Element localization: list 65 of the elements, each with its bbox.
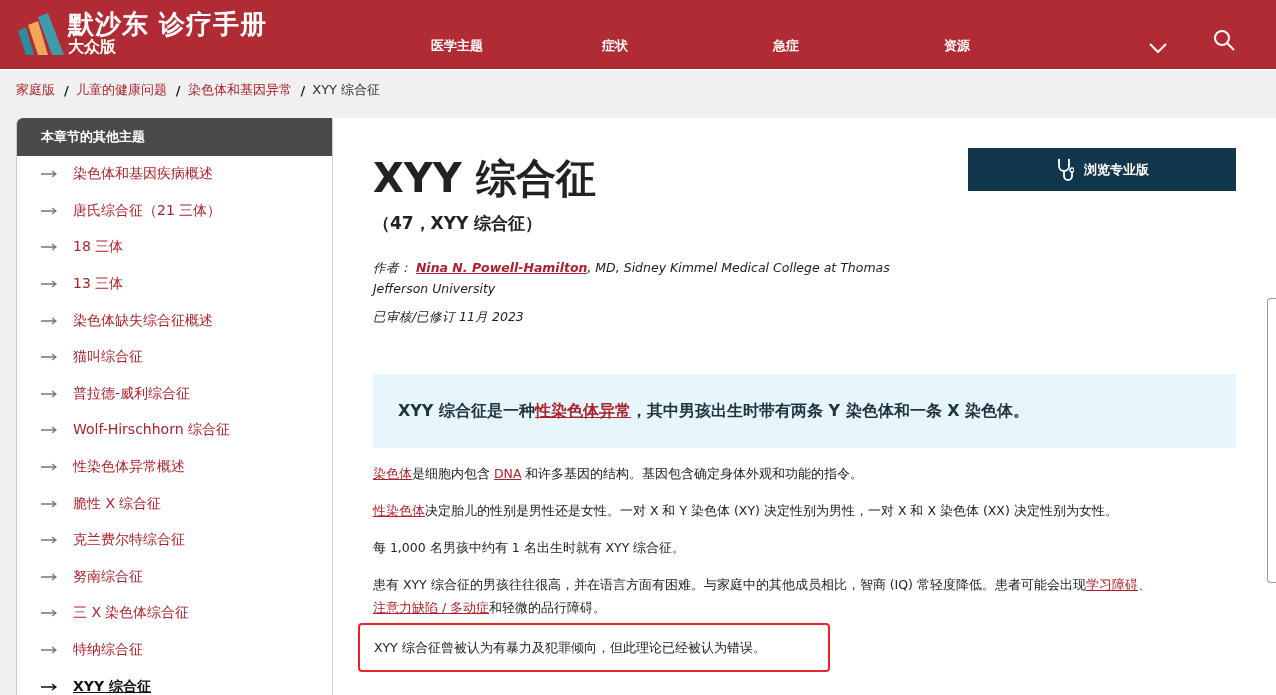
sidebar-link[interactable]: 唐氏综合征（21 三体） [73,201,222,220]
current-page-label: XYY 综合征 [312,81,381,99]
sidebar-link[interactable]: 特纳综合征 [73,641,143,659]
breadcrumb-link[interactable]: 家庭版 [16,81,55,99]
text-link[interactable]: 注意力缺陷 / 多动症 [372,600,490,615]
breadcrumb-separator: / [64,82,69,98]
arrow-right-icon [41,682,57,691]
nav-link[interactable]: 急症 [773,37,945,55]
paragraph: 患有 XYY 综合征的男孩往往很高，并在语言方面有困难。与家庭中的其他成员相比，智商 (IQ) 常轻度降低。患者可能会出现学习障碍、 注意力缺陷 / 多动症和轻微的品行障碍。 [372,576,1152,617]
sidebar-link[interactable]: 普拉德-威利综合征 [73,384,191,403]
paragraph: 性染色体决定胎儿的性别是男性还是女性。一对 X 和 Y 染色体 (XY) 决定性别为男性，一对 X 和 X 染色体 (XX) 决定性别为女性。 [372,502,1119,520]
arrow-right-icon [41,426,57,435]
arrow-right-icon [41,572,57,581]
chevron-down-icon[interactable] [1149,43,1168,53]
text-link[interactable]: 性染色体 [372,503,425,518]
search-icon[interactable] [1213,29,1236,51]
sidebar-link[interactable]: 染色体缺失综合征概述 [73,311,213,330]
sidebar-heading: 本章节的其他主题 [17,118,332,156]
summary-text: XYY 综合征是一种性染色体异常，其中男孩出生时带有两条 Y 染色体和一条 X 染色体。 [397,400,1030,422]
breadcrumb-separator: / [175,82,181,98]
arrow-right-icon [41,609,57,618]
site-title[interactable]: 默沙东 诊疗手册 [68,11,268,37]
text-link[interactable]: 染色体 [372,466,412,481]
sidebar-link[interactable]: 猫叫综合征 [73,348,143,367]
arrow-right-icon [41,646,57,654]
logo-icon[interactable] [16,13,66,55]
arrow-right-icon [41,316,57,325]
arrow-right-icon [41,353,57,362]
arrow-right-icon [41,243,57,252]
text-link[interactable]: 性染色体异常 [535,400,631,420]
nav-link[interactable]: 资源 [944,37,1116,55]
sidebar-link[interactable]: XYY 综合征 [73,677,151,695]
sidebar-link[interactable]: 脆性 X 综合征 [73,494,162,513]
text-link[interactable]: 学习障碍 [1085,577,1138,592]
arrow-right-icon [41,463,57,472]
arrow-right-icon [41,536,57,545]
arrow-right-icon [41,280,57,289]
sidebar-link[interactable]: 克兰费尔特综合征 [73,531,185,550]
arrow-right-icon [41,499,57,508]
scrollbar-thumb[interactable] [1267,298,1276,583]
sidebar-link[interactable]: 性染色体异常概述 [73,458,185,477]
breadcrumb-separator: / [300,82,306,98]
review-date: 已审核/已修订 11月 2023 [372,309,525,326]
nav-link[interactable]: 医学主题 [431,37,603,55]
sidebar-link[interactable]: 13 三体 [73,275,124,294]
paragraph: 每 1,000 名男孩中约有 1 名出生时就有 XYY 综合征。 [372,539,687,557]
paragraph: XYY 综合征曾被认为有暴力及犯罪倾向，但此理论已经被认为错误。 [373,639,767,657]
sidebar-link[interactable]: 努南综合征 [73,567,143,586]
sidebar-link[interactable]: 18 三体 [73,238,124,257]
arrow-right-icon [41,389,57,398]
edition-label: 大众版 [68,39,116,55]
arrow-right-icon [41,170,57,179]
arrow-right-icon [41,206,57,215]
sidebar-link[interactable]: 三 X 染色体综合征 [73,604,190,623]
stethoscope-icon [1055,157,1074,182]
article-title: XYY 综合征 [372,154,596,203]
text-link[interactable]: DNA [493,466,522,481]
author-line: 作者： Nina N. Powell-Hamilton, MD, Sidney Kimmel Medical College at Thomas Jefferson University [372,259,891,298]
sidebar-link[interactable]: 染色体和基因疾病概述 [73,165,213,184]
paragraph: 染色体是细胞内包含 DNA 和许多基因的结构。基因包含确定身体外观和功能的指令。 [372,465,865,483]
article-subtitle: （47，XYY 综合征） [372,212,544,235]
breadcrumb-link[interactable]: 染色体和基因异常 [187,81,292,99]
breadcrumb-link[interactable]: 儿童的健康问题 [75,81,167,99]
sidebar-link[interactable]: Wolf-Hirschhorn 综合征 [73,421,230,440]
professional-version-button[interactable]: 浏览专业版 [968,148,1236,191]
